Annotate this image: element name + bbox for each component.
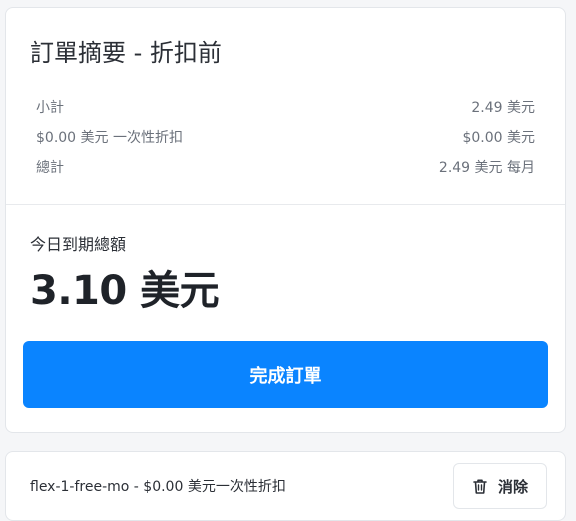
discount-label: $0.00 美元 一次性折扣 [36,130,183,146]
summary-rows: 小計 2.49 美元 $0.00 美元 一次性折扣 $0.00 美元 總計 2.… [30,92,541,182]
complete-order-button[interactable]: 完成訂單 [23,341,548,408]
subtotal-value: 2.49 美元 [471,100,535,116]
subtotal-label: 小計 [36,100,64,116]
coupon-description: flex-1-free-mo - $0.00 美元一次性折扣 [30,479,286,495]
order-summary-card: 訂單摘要 - 折扣前 小計 2.49 美元 $0.00 美元 一次性折扣 $0.… [5,7,566,433]
due-today-amount: 3.10 美元 [30,268,220,314]
total-label: 總計 [36,160,64,176]
total-value: 2.49 美元 每月 [438,160,535,176]
total-row: 總計 2.49 美元 每月 [30,152,541,182]
discount-value: $0.00 美元 [462,130,535,146]
trash-icon [472,478,488,495]
discount-row: $0.00 美元 一次性折扣 $0.00 美元 [30,122,541,152]
remove-coupon-label: 消除 [497,477,528,496]
summary-divider [6,204,565,205]
subtotal-row: 小計 2.49 美元 [30,92,541,122]
order-summary-title: 訂單摘要 - 折扣前 [30,39,222,67]
due-today-label: 今日到期總額 [30,235,127,254]
remove-coupon-button[interactable]: 消除 [453,463,547,509]
